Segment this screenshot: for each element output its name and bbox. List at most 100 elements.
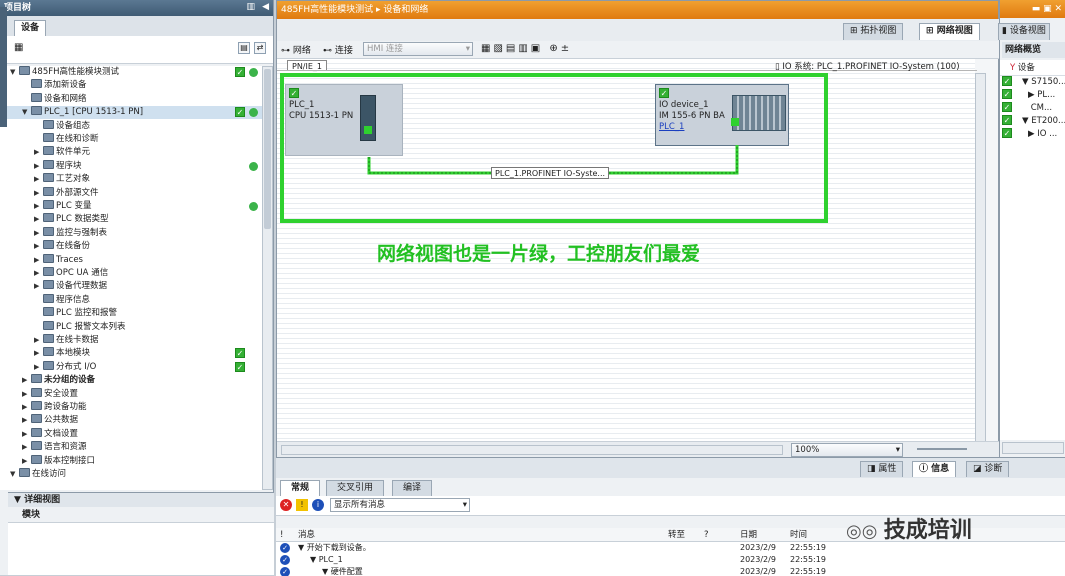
tree-item[interactable]: 添加新设备 — [0, 79, 262, 92]
expand-arrow-icon[interactable]: ▼ — [10, 468, 19, 481]
detail-arrow-icon[interactable]: ▼ — [14, 495, 24, 505]
tree-item[interactable]: ▶ 监控与强制表 — [0, 226, 262, 240]
expand-arrow-icon[interactable]: ▼ — [22, 106, 31, 119]
message-filter-select[interactable]: 显示所有消息 ▾ — [330, 498, 470, 512]
expand-arrow-icon[interactable]: ▶ — [34, 267, 43, 280]
expand-arrow-icon[interactable]: ▶ — [22, 401, 31, 414]
tree-item[interactable]: ▶ 程序块 — [0, 159, 262, 173]
tab-diagnostics[interactable]: ◪ 诊断 — [966, 461, 1010, 477]
expand-arrow-icon[interactable]: ▶ — [34, 173, 43, 186]
overview-item[interactable]: ✓ ▶ IO ... — [1000, 128, 1065, 141]
expand-arrow-icon[interactable]: ▼ — [1016, 116, 1031, 126]
overview-item[interactable]: ✓ CM... — [1000, 102, 1065, 115]
overview-item[interactable]: ✓ ▶ PL... — [1000, 89, 1065, 102]
expand-arrow-icon[interactable] — [1016, 103, 1031, 113]
expand-arrow-icon[interactable]: ▶ — [22, 455, 31, 468]
tree-item[interactable]: ▶ 版本控制接口 — [0, 454, 262, 468]
expand-arrow-icon[interactable]: ▶ — [34, 347, 43, 360]
online-icon[interactable]: ⇄ — [254, 42, 266, 54]
zoom-select[interactable]: 100% ▾ — [791, 443, 903, 457]
expand-arrow-icon[interactable]: ▶ — [34, 187, 43, 200]
tab-network-overview[interactable]: 网络概览 — [1002, 42, 1065, 58]
expand-arrow-icon[interactable]: ▶ — [34, 160, 43, 173]
expand-arrow-icon[interactable]: ▶ — [34, 280, 43, 293]
expand-arrow-icon[interactable]: ▶ — [34, 213, 43, 226]
tree-item[interactable]: ▶ PLC 数据类型 — [0, 213, 262, 226]
connect-button[interactable]: ⊷ 连接 — [323, 43, 353, 56]
tree-item[interactable]: ▶ 本地模块 ✓ — [0, 347, 262, 360]
tab-device-view[interactable]: ▮ 设备视图 — [998, 23, 1050, 40]
profinet-label[interactable]: PLC_1.PROFINET IO-Syste... — [491, 167, 610, 179]
tab-devices[interactable]: 设备 — [14, 20, 47, 36]
expand-arrow-icon[interactable]: ▶ — [34, 200, 43, 213]
tree-item[interactable]: ▶ 文档设置 — [0, 427, 262, 441]
warning-filter-icon[interactable]: ! — [296, 499, 308, 511]
tree-item[interactable]: ▶ 安全设置 — [0, 387, 262, 401]
tree-item[interactable]: 设备组态 — [0, 119, 262, 133]
tree-item[interactable]: ▶ 设备代理数据 — [0, 280, 262, 293]
info-filter-icon[interactable]: i — [312, 499, 324, 511]
overview-item[interactable]: ✓ ▼ ET200... — [1000, 115, 1065, 128]
message-row[interactable]: ✓ ▼ PLC_1 2023/2/9 22:55:19 — [276, 554, 1065, 566]
tree-item[interactable]: ▶ PLC 变量 — [0, 200, 262, 213]
expand-arrow-icon[interactable]: ▶ — [22, 428, 31, 441]
tree-item-label: 程序块 — [56, 160, 82, 171]
expand-arrow-icon[interactable]: ▶ — [22, 414, 31, 427]
grid-icon[interactable]: ▦ — [14, 42, 23, 53]
expand-arrow-icon[interactable]: ▶ — [1016, 90, 1037, 100]
tree-item[interactable]: ▶ 外部源文件 — [0, 186, 262, 200]
tree-item[interactable]: ▶ 公共数据 — [0, 414, 262, 427]
window-controls[interactable]: ▬ ▣ ✕ — [1000, 0, 1065, 18]
error-filter-icon[interactable]: ✕ — [280, 499, 292, 511]
expand-arrow-icon[interactable]: ▶ — [34, 227, 43, 240]
expand-arrow-icon[interactable]: ▶ — [1016, 129, 1037, 139]
tree-item[interactable]: ▶ 在线卡数据 — [0, 334, 262, 347]
expand-arrow-icon[interactable]: ▶ — [22, 441, 31, 454]
expand-arrow-icon[interactable]: ▶ — [34, 254, 43, 267]
tree-scrollbar[interactable] — [262, 66, 273, 490]
tree-item[interactable]: ▶ 工艺对象 — [0, 173, 262, 186]
tree-item[interactable]: 在线和诊断 — [0, 133, 262, 146]
tree-item[interactable]: ▶ 未分组的设备 — [0, 374, 262, 387]
overview-hscrollbar[interactable] — [1002, 442, 1064, 454]
tree-item[interactable]: ▶ 分布式 I/O ✓ — [0, 360, 262, 374]
canvas-hscrollbar[interactable] — [281, 445, 783, 455]
network-button[interactable]: ⊶ 网络 — [281, 43, 311, 56]
expand-arrow-icon[interactable]: ▶ — [34, 334, 43, 347]
expand-arrow-icon[interactable]: ▶ — [34, 361, 43, 374]
collapse-icon[interactable]: ◀ — [262, 2, 269, 12]
tree-item[interactable]: PLC 监控和报警 — [0, 307, 262, 320]
toolbar-icons[interactable]: ▦▧▤▥▣ ⊕± — [481, 43, 572, 54]
expand-arrow-icon[interactable]: ▶ — [22, 374, 31, 387]
tree-item[interactable]: ▼ PLC_1 [CPU 1513-1 PN] ✓ — [0, 106, 262, 120]
tree-item[interactable]: ▶ 软件单元 — [0, 146, 262, 159]
tree-item[interactable]: ▶ 语言和资源 — [0, 441, 262, 454]
overview-item[interactable]: ✓ ▼ S7150... — [1000, 76, 1065, 89]
tab-network-view[interactable]: ⊞ 网络视图 — [919, 23, 980, 40]
tree-item[interactable]: 设备和网络 — [0, 92, 262, 106]
view-toggle-icon[interactable]: ▤ — [238, 42, 250, 54]
expand-arrow-icon[interactable]: ▶ — [34, 240, 43, 253]
tree-item[interactable]: ▼ 485FH高性能模块测试 ✓ — [0, 66, 262, 79]
connection-type-select[interactable]: HMI 连接 ▾ — [363, 42, 473, 56]
tree-item[interactable]: ▶ 在线备份 — [0, 240, 262, 253]
tree-item[interactable]: ▶ Traces — [0, 253, 262, 267]
tree-item[interactable]: 程序信息 — [0, 293, 262, 307]
expand-arrow-icon[interactable]: ▼ — [1016, 77, 1031, 87]
tree-item[interactable]: ▶ OPC UA 通信 — [0, 267, 262, 280]
tab-topology-view[interactable]: ⊞ 拓扑视图 — [843, 23, 904, 40]
zoom-slider[interactable] — [917, 448, 967, 450]
expand-arrow-icon[interactable]: ▶ — [34, 146, 43, 159]
tab-info[interactable]: ⓘ 信息 — [912, 461, 957, 477]
tab-general[interactable]: 常规 — [280, 480, 321, 496]
expand-arrow-icon[interactable]: ▼ — [10, 66, 19, 79]
tree-item[interactable]: ▶ 跨设备功能 — [0, 401, 262, 414]
tab-cross-reference[interactable]: 交叉引用 — [326, 480, 385, 496]
pin-icon[interactable]: ▥ — [246, 2, 255, 12]
tab-properties[interactable]: ◨ 属性 — [860, 461, 904, 477]
expand-arrow-icon[interactable]: ▶ — [22, 388, 31, 401]
profinet-line[interactable] — [277, 59, 977, 219]
tree-item[interactable]: ▼ 在线访问 — [0, 468, 262, 481]
tree-item[interactable]: PLC 报警文本列表 — [0, 320, 262, 334]
tab-compile[interactable]: 编译 — [392, 480, 433, 496]
